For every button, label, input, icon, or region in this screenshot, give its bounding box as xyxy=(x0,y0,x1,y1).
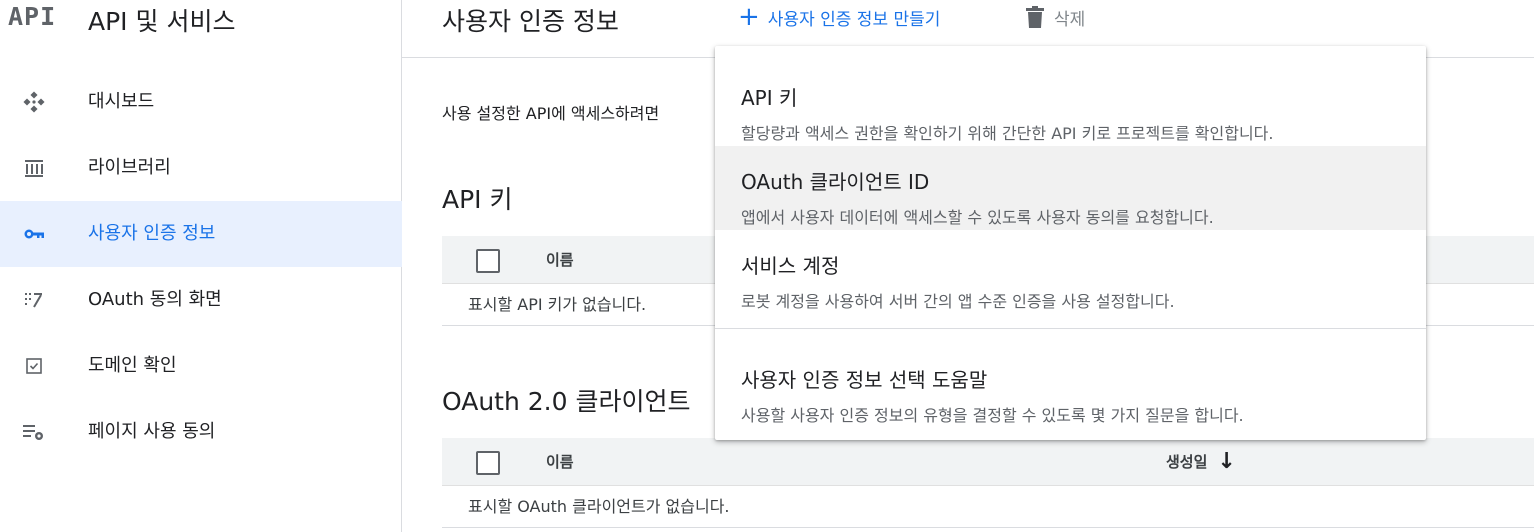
menu-item-oauth-client-id[interactable]: OAuth 클라이언트 ID 앱에서 사용자 데이터에 액세스할 수 있도록 사… xyxy=(715,146,1426,230)
menu-item-title: OAuth 클라이언트 ID xyxy=(741,170,930,194)
oauth-empty-text: 표시할 OAuth 클라이언트가 없습니다. xyxy=(468,497,730,516)
menu-divider xyxy=(715,328,1426,329)
create-credentials-menu: API 키 할당량과 액세스 권한을 확인하기 위해 간단한 API 키로 프로… xyxy=(715,46,1426,440)
oauth-table-header: 이름 생성일 ↓ xyxy=(442,438,1534,486)
sidebar-item-library[interactable]: 라이브러리 xyxy=(0,135,402,201)
create-credentials-label: 사용자 인증 정보 만들기 xyxy=(767,9,941,30)
checkbox-icon xyxy=(22,354,46,378)
sidebar-header: API API 및 서비스 xyxy=(0,0,402,36)
menu-item-title: 서비스 계정 xyxy=(741,254,840,278)
column-header-name[interactable]: 이름 xyxy=(546,236,574,284)
menu-item-title: API 키 xyxy=(741,86,798,110)
column-header-name[interactable]: 이름 xyxy=(546,438,574,486)
sidebar-item-label: 사용자 인증 정보 xyxy=(88,223,216,244)
menu-item-api-key[interactable]: API 키 할당량과 액세스 권한을 확인하기 위해 간단한 API 키로 프로… xyxy=(715,62,1426,146)
settings-list-icon xyxy=(22,420,46,444)
oauth-empty-row: 표시할 OAuth 클라이언트가 없습니다. xyxy=(442,486,1534,528)
intro-text: 사용 설정한 API에 액세스하려면 xyxy=(442,104,660,123)
oauth-section-title: OAuth 2.0 클라이언트 xyxy=(442,387,691,416)
menu-item-title: 사용자 인증 정보 선택 도움말 xyxy=(741,368,988,392)
sidebar-item-credentials[interactable]: 사용자 인증 정보 xyxy=(0,201,402,267)
trash-icon xyxy=(1026,6,1044,28)
key-icon xyxy=(22,222,46,246)
column-header-created-date-label: 생성일 xyxy=(1166,453,1208,471)
menu-item-description: 로봇 계정을 사용하여 서버 간의 앱 수준 인증을 사용 설정합니다. xyxy=(741,292,1175,311)
sidebar-item-dashboard[interactable]: 대시보드 xyxy=(0,69,402,135)
sort-arrow-down-icon[interactable]: ↓ xyxy=(1217,438,1235,486)
menu-item-description: 사용할 사용자 인증 정보의 유형을 결정할 수 있도록 몇 가지 질문을 합니… xyxy=(741,406,1244,425)
menu-item-description: 앱에서 사용자 데이터에 액세스할 수 있도록 사용자 동의를 요청합니다. xyxy=(741,208,1214,227)
sidebar: API API 및 서비스 대시보드 라이브러리 사용자 인증 정보 OAuth… xyxy=(0,0,402,532)
menu-item-service-account[interactable]: 서비스 계정 로봇 계정을 사용하여 서버 간의 앱 수준 인증을 사용 설정합… xyxy=(715,230,1426,314)
dashboard-icon xyxy=(22,90,46,114)
sidebar-item-domain-verification[interactable]: 도메인 확인 xyxy=(0,333,402,399)
delete-label: 삭제 xyxy=(1054,9,1086,30)
menu-item-description: 할당량과 액세스 권한을 확인하기 위해 간단한 API 키로 프로젝트를 확인… xyxy=(741,124,1274,143)
sidebar-item-label: 페이지 사용 동의 xyxy=(88,421,216,442)
create-credentials-button[interactable]: + 사용자 인증 정보 만들기 xyxy=(738,2,940,32)
api-keys-section-title: API 키 xyxy=(442,185,513,214)
menu-item-credentials-help[interactable]: 사용자 인증 정보 선택 도움말 사용할 사용자 인증 정보의 유형을 결정할 … xyxy=(715,344,1426,428)
sidebar-item-label: 도메인 확인 xyxy=(88,355,177,376)
library-icon xyxy=(22,156,46,180)
plus-icon: + xyxy=(738,2,760,32)
sidebar-item-label: 대시보드 xyxy=(88,91,155,112)
select-all-checkbox[interactable] xyxy=(476,249,500,273)
delete-button[interactable]: 삭제 xyxy=(1026,4,1085,30)
sidebar-item-label: OAuth 동의 화면 xyxy=(88,289,222,310)
sidebar-item-oauth-consent[interactable]: OAuth 동의 화면 xyxy=(0,267,402,333)
sidebar-title: API 및 서비스 xyxy=(88,7,236,36)
column-header-created-date[interactable]: 생성일 ↓ xyxy=(1166,438,1236,486)
consent-icon xyxy=(22,288,46,312)
api-logo: API xyxy=(8,2,57,31)
api-keys-empty-text: 표시할 API 키가 없습니다. xyxy=(468,295,647,314)
sidebar-item-page-usage-agreements[interactable]: 페이지 사용 동의 xyxy=(0,399,402,465)
page-title: 사용자 인증 정보 xyxy=(442,7,619,36)
select-all-checkbox[interactable] xyxy=(476,451,500,475)
sidebar-item-label: 라이브러리 xyxy=(88,157,171,178)
